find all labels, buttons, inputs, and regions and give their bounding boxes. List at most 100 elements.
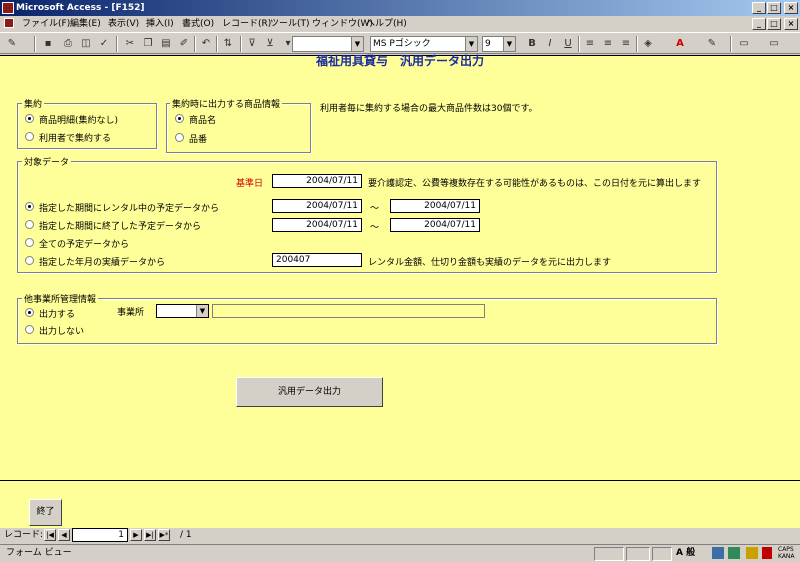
range2-tilde: ～ [370, 223, 380, 233]
close-button[interactable]: × [784, 2, 798, 14]
form-doc-icon[interactable] [4, 18, 14, 28]
ime-mode-icon[interactable] [728, 547, 740, 559]
ime-indicator[interactable]: A 般 [676, 545, 695, 561]
doc-minimize-button[interactable]: _ [752, 18, 766, 30]
object-combo[interactable]: ▼ [292, 36, 364, 52]
design-view-icon[interactable]: ✎ [4, 36, 20, 52]
status-bar: フォーム ビュー A 般 CAPS KANA [0, 544, 800, 562]
aggregate-label-user: 利用者で集約する [39, 134, 112, 144]
form-footer [0, 480, 800, 528]
range1-from-input[interactable]: 2004/07/11 [272, 199, 362, 213]
font-size-combo[interactable]: 9 ▼ [482, 36, 516, 52]
help-icon[interactable] [762, 547, 772, 559]
font-name-combo[interactable]: MS Pゴシック ▼ [370, 36, 478, 52]
menu-view[interactable]: 表示(V) [108, 16, 139, 32]
italic-button[interactable]: I [542, 36, 558, 52]
window-title: Microsoft Access - [F152] [16, 3, 145, 13]
access-app-icon[interactable] [2, 2, 14, 14]
range1-to-input[interactable]: 2004/07/11 [390, 199, 480, 213]
office-radio-output[interactable] [25, 308, 34, 317]
target-data-caption: 対象データ [22, 155, 72, 168]
next-record-button[interactable]: ▶ [130, 529, 142, 541]
menu-file[interactable]: ファイル(F) [22, 16, 70, 32]
chevron-down-icon: ▼ [503, 37, 515, 51]
toolbar: ✎ ▪ ⎙ ◫ ✓ ✂ ❐ ▤ ✐ ↶ ⇅ ⊽ ⊻ ▾ ▼ MS Pゴシック ▼ … [0, 32, 800, 54]
format-painter-icon[interactable]: ✐ [176, 36, 192, 52]
target-label-all: 全ての予定データから [39, 240, 130, 250]
filter-selection-icon[interactable]: ⊻ [262, 36, 278, 52]
product-info-caption: 集約時に出力する商品情報 [170, 97, 283, 110]
chevron-down-icon: ▼ [196, 305, 208, 317]
doc-restore-button[interactable]: □ [767, 18, 781, 30]
office-label-no-output: 出力しない [39, 327, 85, 337]
title-bar: Microsoft Access - [F152] _ □ × [0, 0, 800, 16]
target-radio-rental[interactable] [25, 202, 34, 211]
font-color-icon[interactable]: A [672, 36, 688, 52]
align-right-icon[interactable]: ≡ [618, 36, 634, 52]
office-label: 事業所 [117, 308, 145, 318]
prev-record-button[interactable]: ◀ [58, 529, 70, 541]
print-icon[interactable]: ⎙ [60, 36, 76, 52]
menu-record[interactable]: レコード(R) [222, 16, 271, 32]
minimize-button[interactable]: _ [752, 2, 766, 14]
align-left-icon[interactable]: ≡ [582, 36, 598, 52]
record-label: レコード: [4, 530, 44, 540]
range2-to-input[interactable]: 2004/07/11 [390, 218, 480, 232]
underline-button[interactable]: U [560, 36, 576, 52]
filter-icon[interactable]: ⊽ [244, 36, 260, 52]
form-title: 福祉用具貸与 汎用データ出力 [315, 54, 484, 68]
print-preview-icon[interactable]: ◫ [78, 36, 94, 52]
menu-help[interactable]: ヘルプ(H) [366, 16, 407, 32]
chevron-down-icon: ▼ [351, 37, 363, 51]
product-radio-code[interactable] [175, 133, 184, 142]
product-radio-name[interactable] [175, 114, 184, 123]
current-record-input[interactable]: 1 [72, 528, 128, 542]
line-color-icon[interactable]: ✎ [704, 36, 720, 52]
save-icon[interactable]: ▪ [40, 36, 56, 52]
doc-close-button[interactable]: × [784, 18, 798, 30]
last-record-button[interactable]: ▶| [144, 529, 156, 541]
aggregate-radio-user[interactable] [25, 132, 34, 141]
menu-format[interactable]: 書式(O) [182, 16, 214, 32]
product-label-code: 品番 [189, 135, 208, 145]
product-label-name: 商品名 [189, 116, 217, 126]
office-select[interactable]: ▼ [156, 304, 209, 318]
ime-icon[interactable] [712, 547, 724, 559]
ime-tool-icon[interactable] [746, 547, 758, 559]
range2-from-input[interactable]: 2004/07/11 [272, 218, 362, 232]
border-width-icon[interactable]: ▭ [736, 36, 752, 52]
cut-icon[interactable]: ✂ [122, 36, 138, 52]
base-date-label: 基準日 [236, 179, 264, 189]
caps-kana-indicator: CAPS KANA [778, 546, 795, 560]
record-navigator: レコード: |◀ ◀ 1 ▶ ▶| ▶* / 1 [0, 528, 800, 542]
maximize-button[interactable]: □ [767, 2, 781, 14]
first-record-button[interactable]: |◀ [44, 529, 56, 541]
menu-tools[interactable]: ツール(T) [270, 16, 310, 32]
export-data-button[interactable]: 汎用データ出力 [236, 377, 383, 407]
range1-tilde: ～ [370, 204, 380, 214]
office-radio-no-output[interactable] [25, 325, 34, 334]
menu-edit[interactable]: 編集(E) [70, 16, 101, 32]
menu-insert[interactable]: 挿入(I) [146, 16, 174, 32]
undo-icon[interactable]: ↶ [198, 36, 214, 52]
spelling-icon[interactable]: ✓ [96, 36, 112, 52]
target-radio-actual[interactable] [25, 256, 34, 265]
aggregate-label-detail: 商品明細(集約なし) [39, 116, 119, 126]
new-record-button[interactable]: ▶* [158, 529, 170, 541]
bold-button[interactable]: B [524, 36, 540, 52]
special-effect-icon[interactable]: ▭ [766, 36, 782, 52]
paste-icon[interactable]: ▤ [158, 36, 174, 52]
yearmonth-input[interactable]: 200407 [272, 253, 362, 267]
target-radio-ended[interactable] [25, 220, 34, 229]
target-label-actual: 指定した年月の実績データから [39, 258, 166, 268]
sort-icon[interactable]: ⇅ [220, 36, 236, 52]
copy-icon[interactable]: ❐ [140, 36, 156, 52]
end-button[interactable]: 終了 [29, 499, 62, 526]
menu-window[interactable]: ウィンドウ(W) [312, 16, 373, 32]
target-radio-all[interactable] [25, 238, 34, 247]
record-total: / 1 [180, 530, 192, 540]
fill-color-icon[interactable]: ◈ [640, 36, 656, 52]
align-center-icon[interactable]: ≡ [600, 36, 616, 52]
base-date-input[interactable]: 2004/07/11 [272, 174, 362, 188]
aggregate-radio-detail[interactable] [25, 114, 34, 123]
